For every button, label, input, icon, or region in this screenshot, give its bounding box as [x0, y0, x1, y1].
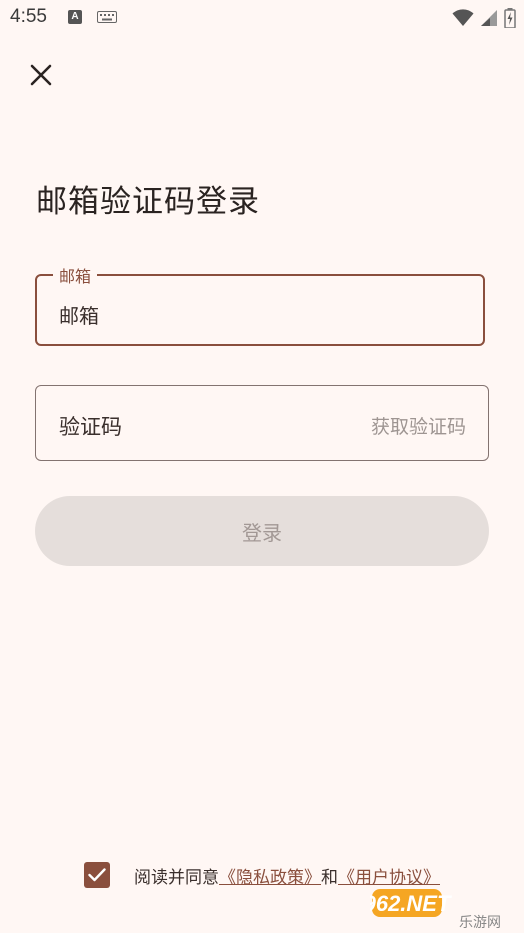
watermark-sub-text: 乐游网 — [459, 915, 501, 931]
get-code-button[interactable]: 获取验证码 — [371, 412, 466, 439]
agreement-prefix: 阅读并同意 — [134, 867, 219, 888]
verification-code-input[interactable]: 验证码 — [59, 411, 122, 441]
agreement-connector: 和 — [321, 867, 338, 888]
status-bar: 4:55 A — [0, 0, 524, 36]
email-field-label: 邮箱 — [53, 263, 98, 287]
privacy-policy-link[interactable]: 《隐私政策》 — [219, 863, 321, 888]
status-time: 4:55 — [10, 6, 47, 27]
close-button[interactable] — [24, 58, 58, 92]
battery-charging-icon — [504, 8, 516, 28]
status-right-icons — [452, 7, 516, 29]
login-button-label: 登录 — [242, 520, 282, 545]
checkmark-icon — [88, 868, 106, 882]
cellular-signal-icon — [481, 10, 497, 26]
verification-code-field[interactable]: 验证码 获取验证码 — [35, 385, 489, 461]
keyboard-icon — [97, 11, 117, 23]
login-button[interactable]: 登录 — [35, 496, 489, 566]
page-title: 邮箱验证码登录 — [36, 184, 260, 220]
email-field[interactable]: 邮箱 邮箱 — [35, 263, 485, 346]
watermark-logo: 962.NET 乐游网 — [370, 889, 501, 931]
agreement-checkbox[interactable] — [84, 862, 110, 888]
close-icon — [30, 64, 52, 86]
login-screen: 4:55 A 邮箱验证码登录 邮箱 邮箱 验证码 获取验证码 登录 阅读并同意 … — [0, 0, 524, 933]
watermark-main-text: 962.NET — [370, 891, 452, 916]
user-agreement-link[interactable]: 《用户协议》 — [338, 863, 440, 888]
email-input-value[interactable]: 邮箱 — [59, 300, 99, 329]
wifi-icon — [452, 9, 474, 26]
text-a-icon: A — [68, 10, 82, 24]
